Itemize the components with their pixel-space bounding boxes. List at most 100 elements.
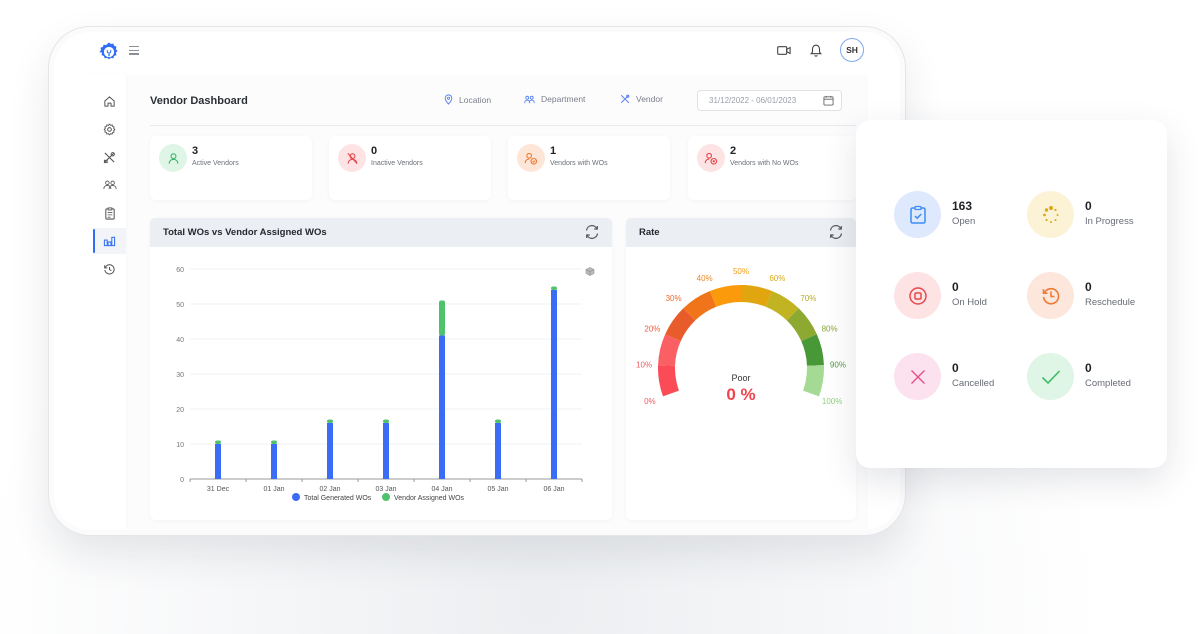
stat-label: Vendors with No WOs — [730, 160, 799, 167]
user-icon — [159, 144, 187, 172]
status-value: 0 — [1085, 280, 1092, 294]
bar-vendor-assigned-wos — [215, 440, 221, 444]
clock-rewind-icon — [1027, 272, 1074, 319]
vendor-tools-icon — [620, 94, 630, 104]
stat-card-inactive-vendors[interactable]: 0 Inactive Vendors — [329, 136, 491, 200]
legend-label: Total Generated WOs — [304, 495, 372, 502]
rate-panel-header: Rate — [626, 218, 856, 247]
refresh-icon[interactable] — [828, 224, 844, 240]
status-item-open[interactable]: 163 Open — [894, 191, 1034, 241]
gauge-tick-label: 10% — [636, 361, 652, 370]
gauge-tick-label: 70% — [800, 294, 816, 303]
refresh-icon[interactable] — [584, 224, 600, 240]
department-filter[interactable]: Department — [524, 94, 585, 104]
bar-chart: 0 10 20 30 40 50 60 31 Dec 01 Jan 02 Jan 03 Jan 04 … — [176, 267, 595, 502]
status-item-in-progress[interactable]: 0 In Progress — [1027, 191, 1167, 241]
status-value: 0 — [1085, 361, 1092, 375]
status-value: 0 — [1085, 199, 1092, 213]
gauge-band — [658, 365, 679, 397]
status-label: Completed — [1085, 378, 1131, 389]
location-pin-icon — [444, 94, 453, 105]
top-actions: SH — [776, 38, 864, 62]
video-camera-icon[interactable] — [776, 42, 792, 58]
clipboard-check-icon — [894, 191, 941, 238]
sidebar-item-vendors[interactable] — [93, 172, 126, 198]
x-tick-label: 05 Jan — [487, 486, 508, 493]
bar-chart-panel: Total WOs vs Vendor Assigned WOs 0 10 20 30… — [150, 218, 612, 520]
stat-label: Active Vendors — [192, 160, 239, 167]
gauge-tick-label: 90% — [830, 361, 846, 370]
status-label: Cancelled — [952, 378, 995, 389]
date-range-picker[interactable]: 31/12/2022 - 06/01/2023 — [697, 90, 842, 111]
logo-gear-wrench-icon[interactable] — [98, 41, 120, 63]
gauge-tick-label: 0% — [644, 397, 656, 406]
top-bar: SH — [88, 34, 868, 72]
bar-vendor-assigned-wos — [495, 419, 501, 423]
y-tick-label: 20 — [176, 407, 184, 414]
status-label: Open — [952, 216, 976, 227]
y-tick-label: 10 — [176, 442, 184, 449]
bar-total-generated-wos — [551, 290, 557, 479]
check-icon — [1027, 353, 1074, 400]
stat-label: Vendors with WOs — [550, 160, 608, 167]
sidebar-item-home[interactable] — [93, 88, 126, 114]
panel-title: Total WOs vs Vendor Assigned WOs — [163, 227, 327, 238]
header-divider — [150, 125, 856, 126]
bar-total-generated-wos — [439, 335, 445, 479]
status-label: In Progress — [1085, 216, 1134, 227]
gauge-tick-label: 100% — [822, 397, 842, 406]
stat-label: Inactive Vendors — [371, 160, 423, 167]
stat-card-vendors-with-wos[interactable]: 1 Vendors with WOs — [508, 136, 670, 200]
bar-total-generated-wos — [327, 423, 333, 479]
hamburger-menu-icon[interactable] — [129, 46, 139, 56]
bar-total-generated-wos — [271, 444, 277, 479]
users-group-icon — [102, 180, 117, 189]
status-value: 0 — [952, 280, 959, 294]
stat-card-active-vendors[interactable]: 3 Active Vendors — [150, 136, 312, 200]
tools-icon — [103, 151, 115, 163]
x-tick-label: 06 Jan — [543, 486, 564, 493]
vendor-filter-label: Vendor — [636, 94, 663, 104]
gauge-needle — [696, 390, 701, 408]
department-users-icon — [524, 95, 535, 103]
user-slash-icon — [338, 144, 366, 172]
gauge-tick-label: 80% — [822, 325, 838, 334]
y-tick-label: 30 — [176, 372, 184, 379]
stat-value: 2 — [730, 145, 737, 157]
sidebar-item-work-orders[interactable] — [93, 200, 126, 226]
status-value: 163 — [952, 199, 973, 213]
status-item-on-hold[interactable]: 0 On Hold — [894, 272, 1034, 322]
gauge-tick-label: 50% — [733, 267, 749, 276]
x-tick-label: 01 Jan — [263, 486, 284, 493]
rate-gauge: 0% 10% 20% 30% 40% 50% 60% 70% 80% 90% 100% Poor 0 % — [636, 267, 846, 408]
spinner-icon — [1027, 191, 1074, 238]
sidebar-item-reports[interactable] — [93, 228, 126, 254]
department-filter-label: Department — [541, 94, 586, 104]
avatar[interactable]: SH — [840, 38, 864, 62]
legend-marker — [292, 493, 300, 501]
y-tick-label: 50 — [176, 302, 184, 309]
status-item-cancelled[interactable]: 0 Cancelled — [894, 353, 1034, 403]
sidebar-item-settings[interactable] — [93, 116, 126, 142]
x-tick-label: 04 Jan — [431, 486, 452, 493]
gauge-tick-label: 20% — [644, 325, 660, 334]
status-label: On Hold — [952, 297, 987, 308]
bar-vendor-assigned-wos — [439, 300, 445, 336]
vendor-filter[interactable]: Vendor — [620, 94, 663, 104]
stat-value: 3 — [192, 145, 199, 157]
sidebar-item-history[interactable] — [93, 256, 126, 282]
location-filter[interactable]: Location — [444, 94, 491, 105]
stat-card-vendors-no-wos[interactable]: 2 Vendors with No WOs — [688, 136, 858, 200]
bell-icon[interactable] — [808, 42, 824, 58]
status-item-completed[interactable]: 0 Completed — [1027, 353, 1167, 403]
user-cancel-icon — [697, 144, 725, 172]
y-tick-label: 0 — [180, 477, 184, 484]
date-range-value: 31/12/2022 - 06/01/2023 — [709, 96, 797, 105]
chart-menu-icon — [585, 267, 595, 276]
calendar-icon[interactable] — [823, 95, 834, 106]
gauge-tick-label: 30% — [666, 294, 682, 303]
panel-title: Rate — [639, 227, 660, 238]
sidebar-item-tools[interactable] — [93, 144, 126, 170]
status-item-reschedule[interactable]: 0 Reschedule — [1027, 272, 1167, 322]
home-icon — [104, 95, 115, 107]
